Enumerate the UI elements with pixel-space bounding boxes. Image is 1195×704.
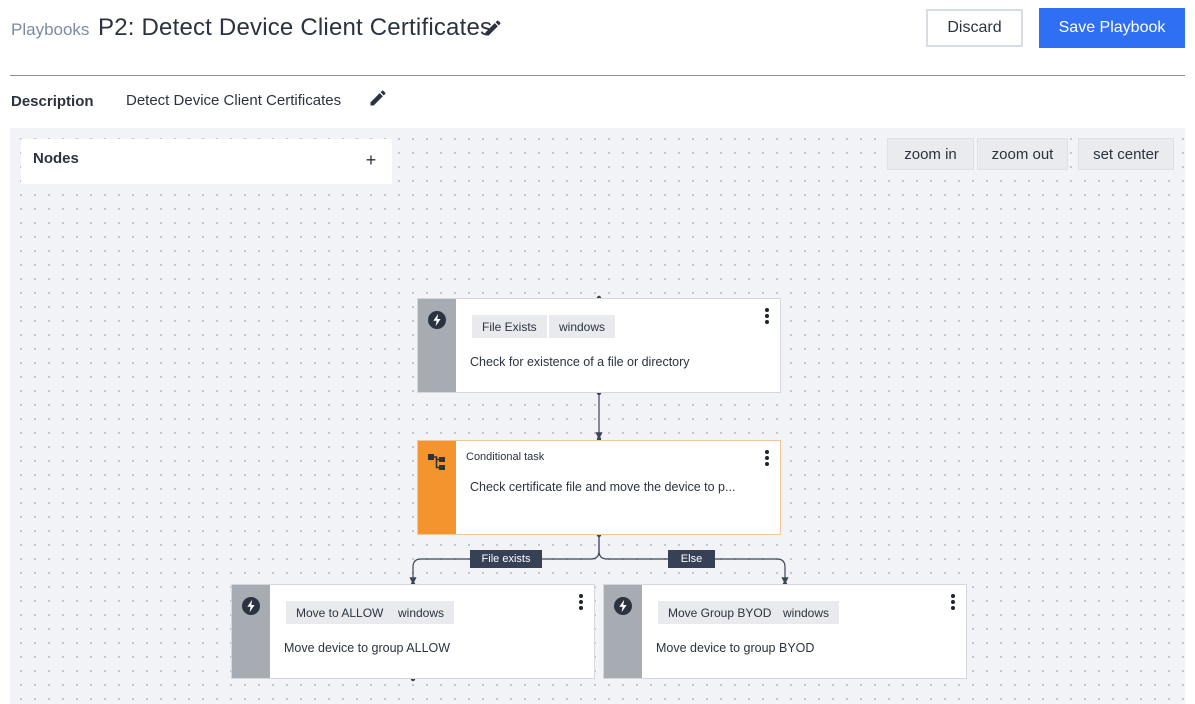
lightning-icon (614, 597, 632, 615)
node-description: Check certificate file and move the devi… (470, 480, 736, 494)
discard-button[interactable]: Discard (926, 9, 1023, 47)
node-type-label: Conditional task (466, 451, 545, 463)
edge-lines (409, 295, 789, 682)
node-tag-os: windows (549, 315, 616, 338)
playbook-canvas[interactable]: Nodes + zoom in zoom out set center File… (10, 128, 1185, 704)
node-tag-os: windows (388, 601, 455, 624)
node-description: Check for existence of a file or directo… (470, 355, 690, 369)
description-label: Description (11, 93, 94, 110)
node-stripe (418, 441, 456, 534)
header-divider (10, 75, 1185, 76)
breadcrumb-playbooks[interactable]: Playbooks (11, 20, 89, 40)
node-stripe (232, 585, 270, 678)
lightning-icon (242, 597, 260, 615)
page-title: P2: Detect Device Client Certificates (98, 14, 493, 41)
node-tag-action: File Exists (472, 315, 547, 338)
node-menu-icon[interactable] (576, 593, 586, 613)
save-playbook-button[interactable]: Save Playbook (1039, 8, 1185, 48)
header: Playbooks P2: Detect Device Client Certi… (0, 0, 1195, 76)
edge-label-else[interactable]: Else (668, 550, 715, 568)
node-file-exists[interactable]: File Exists windows Check for existence … (417, 298, 781, 393)
lightning-icon (428, 311, 446, 329)
node-menu-icon[interactable] (762, 307, 772, 327)
node-stripe (418, 299, 456, 392)
node-description: Move device to group ALLOW (284, 641, 451, 655)
node-stripe (604, 585, 642, 678)
node-move-group-byod[interactable]: Move Group BYOD windows Move device to g… (603, 584, 967, 679)
node-conditional-task[interactable]: Conditional task Check certificate file … (417, 440, 781, 535)
node-description: Move device to group BYOD (656, 641, 815, 655)
node-tag-action: Move Group BYOD (658, 601, 782, 624)
description-text: Detect Device Client Certificates (126, 92, 342, 109)
node-tag-os: windows (773, 601, 840, 624)
pencil-icon[interactable] (483, 18, 503, 38)
edge-label-file-exists[interactable]: File exists (470, 550, 542, 568)
node-menu-icon[interactable] (762, 449, 772, 469)
edit-description-icon[interactable] (368, 88, 388, 108)
flow-icon (428, 454, 445, 470)
node-tag-action: Move to ALLOW (286, 601, 394, 624)
node-move-to-allow[interactable]: Move to ALLOW windows Move device to gro… (231, 584, 595, 679)
node-menu-icon[interactable] (948, 593, 958, 613)
